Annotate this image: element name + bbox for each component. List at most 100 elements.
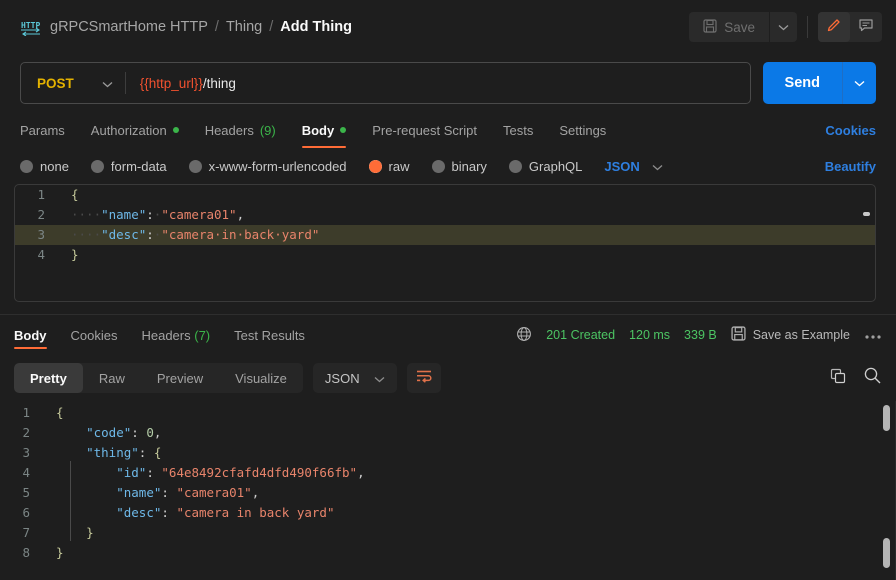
response-time: 120 ms [629,328,671,342]
code-text: } [42,543,896,563]
save-button[interactable]: Save [689,12,769,42]
copy-icon[interactable] [829,367,847,390]
breadcrumb-item-folder[interactable]: Thing [226,19,262,35]
tab-params[interactable]: Params [20,112,65,148]
view-preview[interactable]: Preview [141,363,219,393]
tab-count: (7) [194,327,211,343]
response-code[interactable]: 1{2 "code": 0, 3 "thing": {4 "id": "64e84… [0,403,896,563]
request-editor-scrollbar[interactable] [862,185,871,301]
request-body-editor-wrap: 1{2 ····"name":·"camera01", 3 ····"desc":·"… [0,184,896,308]
request-code[interactable]: 1{2 ····"name":·"camera01", 3 ····"desc":·"… [15,185,875,265]
response-tab-test-results[interactable]: Test Results [234,315,305,355]
chevron-down-icon [652,159,663,174]
scrollbar-thumb-secondary[interactable] [883,538,890,568]
body-type-form-data[interactable]: form-data [90,158,167,174]
save-as-example-button[interactable]: Save as Example [731,326,850,344]
breadcrumb-item-request[interactable]: Add Thing [280,19,352,35]
code-line[interactable]: 3 "thing": { [0,443,896,463]
code-token: , [357,465,365,480]
code-line[interactable]: 6 "desc": "camera in back yard" [0,503,896,523]
response-tab-cookies[interactable]: Cookies [71,315,118,355]
response-body-viewer[interactable]: 1{2 "code": 0, 3 "thing": {4 "id": "64e84… [0,401,896,580]
response-toolbar: Pretty Raw Preview Visualize JSON [0,355,896,401]
save-dropdown-button[interactable] [769,12,797,42]
url-input[interactable]: {{http_url}}/thing [126,76,236,91]
url-variable: {{http_url}} [139,75,203,91]
tab-label: Authorization [90,122,167,138]
beautify-button[interactable]: Beautify [825,159,876,174]
body-type-label: form-data [110,158,167,174]
code-token: ···· [71,227,102,242]
breadcrumb-item-collection[interactable]: gRPCSmartHome HTTP [50,19,208,35]
code-token: "code" [86,425,132,440]
tab-label: Params [20,122,65,138]
word-wrap-button[interactable] [406,363,441,393]
body-type-binary[interactable]: binary [431,159,487,174]
body-type-raw[interactable]: raw [368,159,410,174]
send-button[interactable]: Send [762,62,842,104]
tab-settings[interactable]: Settings [559,112,606,148]
response-scrollbar[interactable] [882,401,891,580]
view-visualize[interactable]: Visualize [219,363,303,393]
code-line[interactable]: 3 ····"desc":·"camera·in·back·yard" [15,225,875,245]
tab-headers[interactable]: Headers (9) [205,112,276,148]
line-number: 2 [22,425,30,440]
tab-label: Settings [559,122,607,138]
code-line[interactable]: 1{ [15,185,875,205]
scrollbar-thumb[interactable] [883,405,890,431]
body-type-x-www-form-urlencoded[interactable]: x-www-form-urlencoded [188,159,347,174]
method-select[interactable]: POST [21,63,125,103]
request-body-editor[interactable]: 1{2 ····"name":·"camera01", 3 ····"desc":·"… [14,184,876,302]
cookies-link[interactable]: Cookies [825,123,876,138]
globe-icon[interactable] [516,326,532,345]
response-tab-headers[interactable]: Headers (7) [141,315,210,355]
send-group: Send [762,62,876,104]
request-tabs: Params Authorization Headers (9) Body Pr… [0,112,896,148]
tab-label: Body [301,122,335,138]
send-dropdown-button[interactable] [842,62,876,104]
code-token: ···· [71,207,102,222]
line-number: 3 [37,227,45,242]
view-pretty[interactable]: Pretty [14,363,83,393]
search-icon[interactable] [863,366,882,390]
code-token: "desc" [101,227,147,242]
code-line[interactable]: 4} [15,245,875,265]
tab-tests[interactable]: Tests [503,112,533,148]
code-line[interactable]: 2 "code": 0, [0,423,896,443]
tab-label: Headers [141,327,191,343]
response-toolbar-actions [829,366,882,390]
tab-body[interactable]: Body [301,112,347,148]
tab-pre-request-script[interactable]: Pre-request Script [372,112,477,148]
code-token: } [56,545,64,560]
code-text: ····"name":·"camera01", [57,205,875,225]
code-line[interactable]: 1{ [0,403,896,423]
view-raw[interactable]: Raw [83,363,141,393]
code-line[interactable]: 4 "id": "64e8492cfafd4dfd490f66fb", [0,463,896,483]
line-number: 4 [22,465,30,480]
comment-button[interactable] [850,12,882,42]
code-token: "camera in back yard" [176,505,335,520]
response-format-label: JSON [324,370,360,386]
tab-count: (9) [259,122,276,138]
code-line[interactable]: 8} [0,543,896,563]
body-type-none[interactable]: none [20,159,69,174]
code-line[interactable]: 5 "name": "camera01", [0,483,896,503]
window-header: HTTP gRPCSmartHome HTTP / Thing / Add Th… [0,0,896,54]
line-number: 6 [22,505,30,520]
code-token: : [138,445,154,460]
radio-circle-icon [188,159,202,173]
code-line[interactable]: 2 ····"name":·"camera01", [15,205,875,225]
tab-authorization[interactable]: Authorization [91,112,179,148]
url-bar: POST {{http_url}}/thing [20,62,751,104]
body-type-graphql[interactable]: GraphQL [508,159,582,174]
more-horizontal-icon[interactable] [864,327,882,343]
save-label: Save [724,19,755,35]
response-format-select[interactable]: JSON [312,363,397,393]
code-line[interactable]: 7 } [0,523,896,543]
response-tab-body[interactable]: Body [14,315,47,355]
scrollbar-thumb[interactable] [863,212,870,216]
edit-button[interactable] [818,12,850,42]
body-format-select[interactable]: JSON [604,159,663,174]
